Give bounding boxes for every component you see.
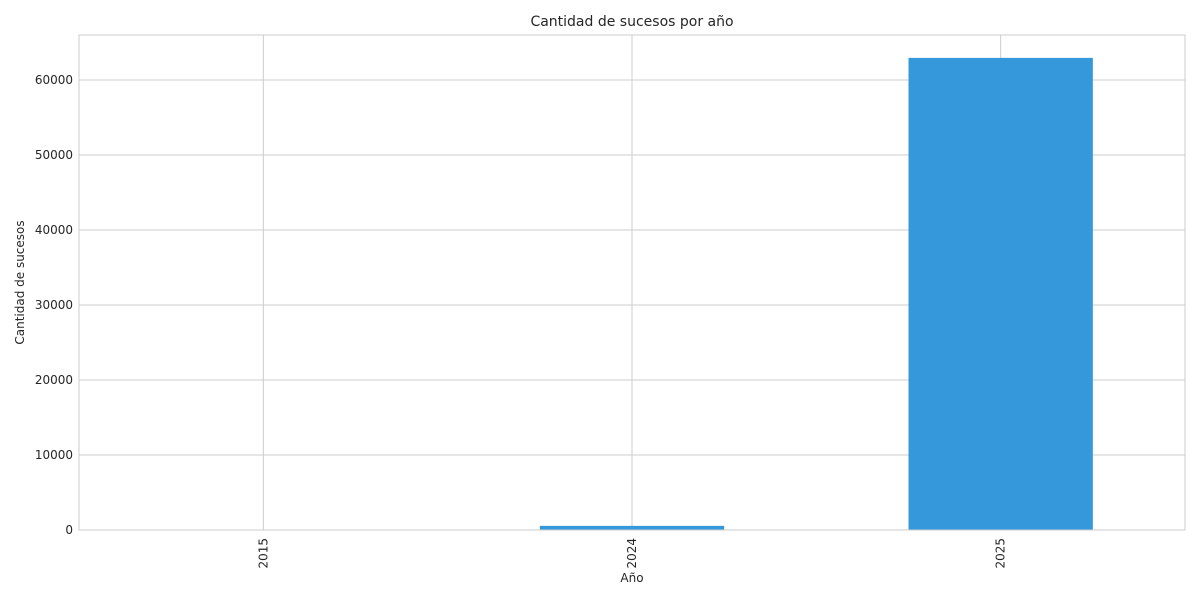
x-tick-label: 2015	[256, 538, 270, 569]
y-tick-labels: 0 10000 20000 30000 40000 50000 60000	[35, 73, 73, 537]
y-tick-label: 0	[65, 523, 73, 537]
y-tick-label: 20000	[35, 373, 73, 387]
x-tick-label: 2025	[994, 538, 1008, 569]
x-tick-labels: 2015 2024 2025	[256, 538, 1007, 569]
y-tick-label: 60000	[35, 73, 73, 87]
y-tick-label: 10000	[35, 448, 73, 462]
chart-title: Cantidad de sucesos por año	[530, 14, 733, 30]
y-tick-label: 40000	[35, 223, 73, 237]
bar-chart: 0 10000 20000 30000 40000 50000 60000 2015 2024…	[13, 14, 1186, 585]
bar-2025	[908, 57, 1093, 530]
y-tick-label: 50000	[35, 148, 73, 162]
y-axis-title: Cantidad de sucesos	[13, 220, 27, 344]
x-tick-label: 2024	[625, 538, 639, 569]
x-axis-title: Año	[620, 571, 643, 585]
y-tick-label: 30000	[35, 298, 73, 312]
bar-2024	[539, 525, 725, 530]
